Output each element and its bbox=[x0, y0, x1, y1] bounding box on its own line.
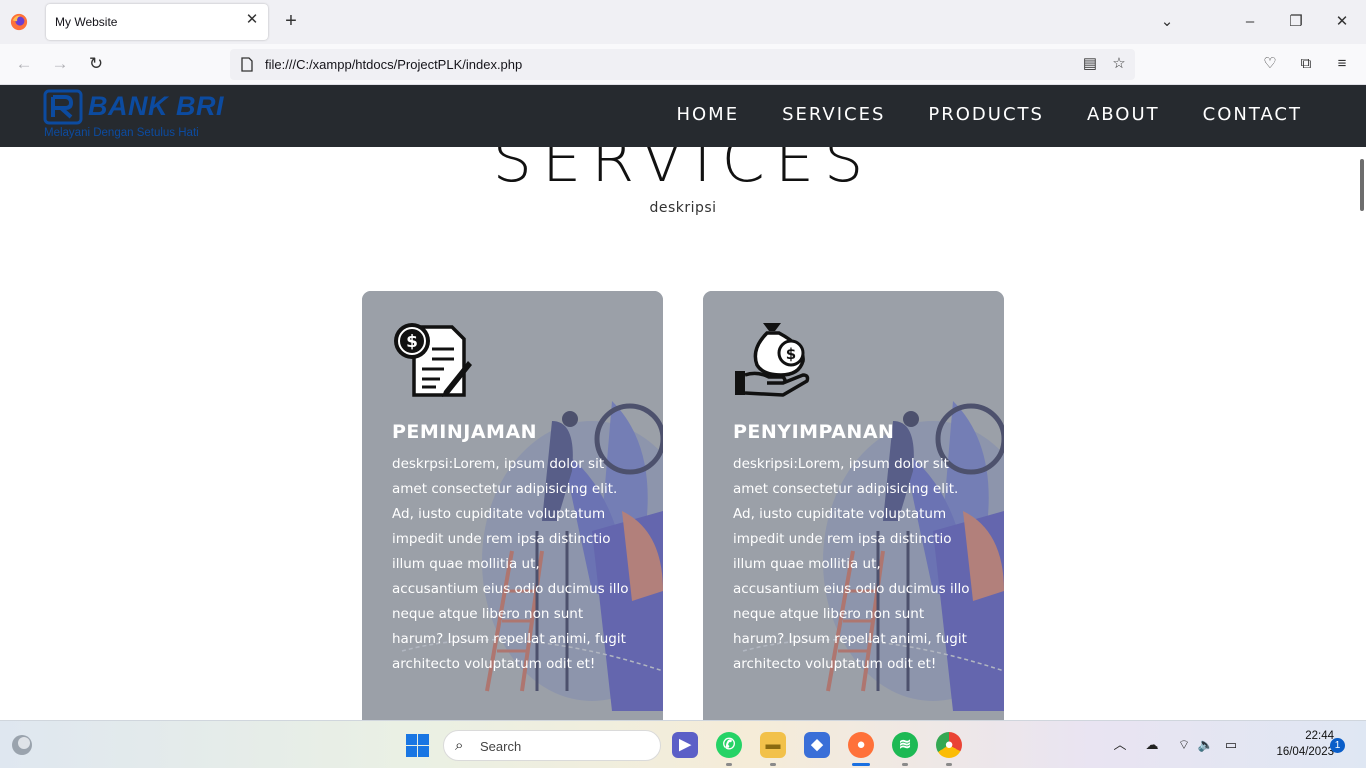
card-title: PEMINJAMAN bbox=[392, 421, 538, 443]
url-bar[interactable]: file:///C:/xampp/htdocs/ProjectPLK/index… bbox=[230, 49, 1135, 80]
running-indicator bbox=[946, 763, 952, 766]
svg-text:$: $ bbox=[406, 332, 418, 352]
browser-nav-bar: ← → ↻ file:///C:/xampp/htdocs/ProjectPLK… bbox=[0, 44, 1366, 85]
svg-text:$: $ bbox=[786, 345, 796, 363]
pocket-icon[interactable]: ♡ bbox=[1260, 54, 1280, 74]
reader-view-icon[interactable]: ▤ bbox=[1080, 54, 1100, 74]
running-indicator bbox=[726, 763, 732, 766]
file-explorer-icon[interactable]: ▬ bbox=[760, 732, 786, 758]
logo-text[interactable]: BANK BRI bbox=[88, 91, 224, 122]
page-icon bbox=[241, 57, 253, 72]
chrome-icon[interactable]: ● bbox=[936, 732, 962, 758]
firefox-icon[interactable] bbox=[10, 13, 28, 31]
clock-time[interactable]: 22:44 bbox=[1284, 730, 1334, 742]
list-all-tabs-icon[interactable]: ⌄ bbox=[1157, 12, 1177, 32]
weather-widget-icon[interactable] bbox=[10, 733, 34, 757]
spotify-icon[interactable]: ≋ bbox=[892, 732, 918, 758]
service-card-penyimpanan[interactable]: $ PENYIMPANAN deskripsi:Lorem, ipsum dol… bbox=[703, 291, 1004, 720]
web-page: SERVICES deskripsi BANK BRI Melayani Den… bbox=[0, 85, 1366, 720]
back-icon[interactable]: ← bbox=[14, 54, 34, 74]
browser-tab-bar: My Website ✕ + ⌄ – ❐ ✕ bbox=[0, 0, 1366, 44]
running-indicator bbox=[770, 763, 776, 766]
url-text: file:///C:/xampp/htdocs/ProjectPLK/index… bbox=[265, 57, 523, 72]
nav-products[interactable]: PRODUCTS bbox=[928, 104, 1044, 125]
taskbar-search[interactable]: ⌕ Search bbox=[443, 730, 661, 761]
card-title: PENYIMPANAN bbox=[733, 421, 895, 443]
page-scrollbar[interactable] bbox=[1360, 159, 1364, 211]
copilot-icon[interactable]: ◆ bbox=[804, 732, 830, 758]
logo-tagline: Melayani Dengan Setulus Hati bbox=[44, 127, 199, 139]
nav-home[interactable]: HOME bbox=[676, 104, 739, 125]
money-bag-hand-icon: $ bbox=[735, 323, 810, 397]
menu-icon[interactable]: ≡ bbox=[1332, 54, 1352, 74]
nav-about[interactable]: ABOUT bbox=[1087, 104, 1160, 125]
nav-services[interactable]: SERVICES bbox=[782, 104, 885, 125]
whatsapp-icon[interactable]: ✆ bbox=[716, 732, 742, 758]
bri-logo-icon[interactable] bbox=[43, 89, 83, 125]
teams-icon[interactable]: ▶ bbox=[672, 732, 698, 758]
volume-icon[interactable]: 🔈 bbox=[1197, 736, 1215, 754]
running-indicator bbox=[902, 763, 908, 766]
card-description: deskrpsi:Lorem, ipsum dolor sit amet con… bbox=[392, 456, 629, 672]
active-tab[interactable]: My Website ✕ bbox=[46, 4, 268, 40]
search-label: Search bbox=[480, 739, 522, 754]
section-description: deskripsi bbox=[649, 200, 717, 216]
tab-title: My Website bbox=[55, 15, 118, 29]
site-header: BANK BRI Melayani Dengan Setulus Hati HO… bbox=[0, 85, 1366, 147]
windows-taskbar: ⌕ Search ▶ ✆ ▬ ◆ ● ≋ ● ︿ ☁ ⌔ 🔈 ▭ 22:44 1… bbox=[0, 720, 1366, 768]
tab-close-icon[interactable]: ✕ bbox=[244, 12, 260, 28]
firefox-taskbar-icon[interactable]: ● bbox=[848, 732, 874, 758]
loan-document-icon: $ bbox=[394, 323, 472, 397]
nav-contact[interactable]: CONTACT bbox=[1203, 104, 1302, 125]
battery-icon[interactable]: ▭ bbox=[1222, 736, 1240, 754]
forward-icon[interactable]: → bbox=[50, 54, 70, 74]
new-tab-icon[interactable]: + bbox=[281, 11, 301, 31]
minimize-icon[interactable]: – bbox=[1240, 12, 1260, 32]
active-indicator bbox=[852, 763, 870, 766]
clock-date[interactable]: 16/04/2023 bbox=[1256, 746, 1334, 758]
close-window-icon[interactable]: ✕ bbox=[1332, 12, 1352, 32]
reload-icon[interactable]: ↻ bbox=[86, 54, 106, 74]
notification-badge[interactable]: 1 bbox=[1330, 738, 1345, 753]
onedrive-icon[interactable]: ☁ bbox=[1143, 736, 1161, 754]
search-icon: ⌕ bbox=[455, 737, 464, 754]
restore-icon[interactable]: ❐ bbox=[1286, 12, 1306, 32]
site-nav: HOME SERVICES PRODUCTS ABOUT CONTACT bbox=[676, 104, 1302, 125]
service-card-peminjaman[interactable]: $ PEMINJAMAN deskrpsi:Lorem, ipsum dolor… bbox=[362, 291, 663, 720]
start-icon[interactable] bbox=[405, 733, 430, 758]
wifi-icon[interactable]: ⌔ bbox=[1175, 736, 1193, 754]
extensions-icon[interactable]: ⧉ bbox=[1296, 54, 1316, 74]
show-hidden-icons-icon[interactable]: ︿ bbox=[1111, 736, 1129, 754]
card-description: deskripsi:Lorem, ipsum dolor sit amet co… bbox=[733, 456, 970, 672]
bookmark-star-icon[interactable]: ☆ bbox=[1109, 54, 1129, 74]
